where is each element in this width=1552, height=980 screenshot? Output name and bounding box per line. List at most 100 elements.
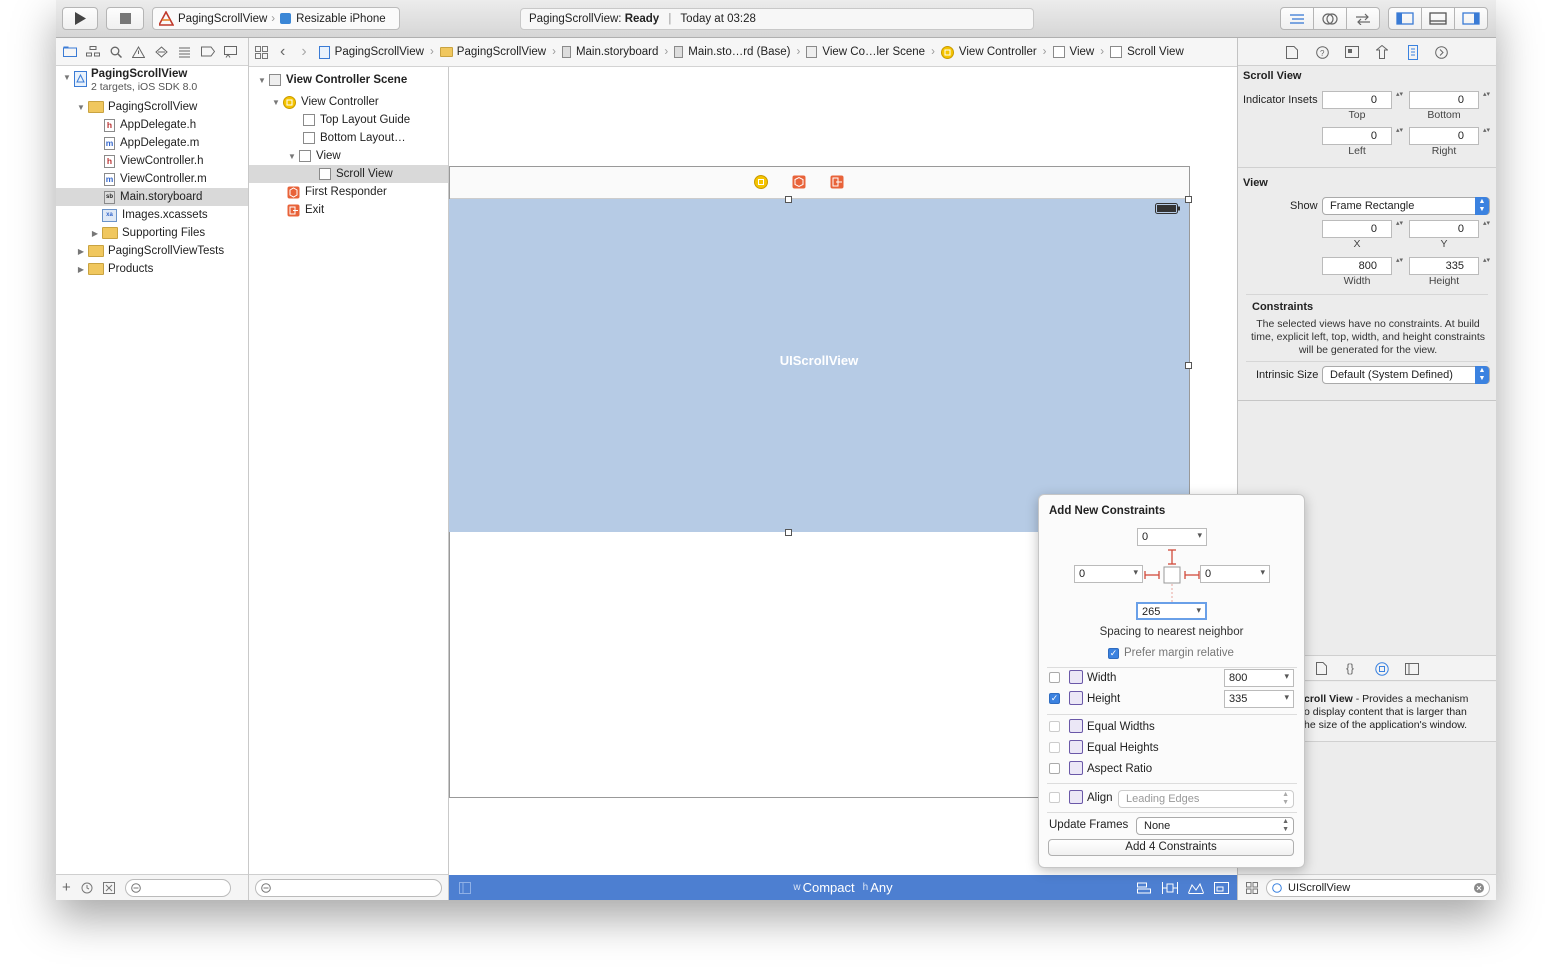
file-row[interactable]: h ViewController.h: [104, 152, 204, 170]
align-icon[interactable]: [1137, 882, 1151, 894]
height-checkbox[interactable]: ✓: [1049, 693, 1060, 704]
outline-view[interactable]: ▼ View: [287, 147, 341, 165]
code-snippet-icon[interactable]: {}: [1346, 661, 1354, 675]
attributes-inspector-icon[interactable]: [1376, 45, 1388, 59]
height-value-combo[interactable]: 335: [1224, 690, 1294, 708]
toggle-navigator-button[interactable]: [1388, 7, 1422, 30]
resolve-issues-icon[interactable]: [1188, 882, 1204, 894]
equal-widths-checkbox[interactable]: [1049, 721, 1060, 732]
disclosure-down-icon[interactable]: ▼: [62, 72, 72, 82]
project-root[interactable]: ▼ PagingScrollView 2 targets, iOS SDK 8.…: [62, 68, 197, 98]
grid-view-icon[interactable]: [1246, 881, 1258, 894]
disclosure-right-icon[interactable]: ▶: [76, 246, 86, 256]
outline-top-layout-guide[interactable]: Top Layout Guide: [303, 111, 410, 129]
disclosure-down-icon[interactable]: ▼: [271, 97, 281, 107]
run-button[interactable]: [62, 7, 98, 30]
frame-width-field[interactable]: 800: [1322, 257, 1403, 275]
inset-bottom-field[interactable]: 0: [1409, 91, 1490, 109]
help-icon[interactable]: ?: [1316, 46, 1329, 59]
file-row[interactable]: h AppDelegate.h: [104, 116, 196, 134]
resize-handle-right[interactable]: [1185, 362, 1192, 369]
resizing-behavior-icon[interactable]: [1214, 882, 1229, 894]
add-icon[interactable]: +: [62, 879, 71, 896]
clear-icon[interactable]: [1474, 882, 1484, 893]
inset-left-field[interactable]: 0: [1322, 127, 1403, 145]
file-row[interactable]: xa Images.xcassets: [102, 206, 208, 224]
breadcrumb-view-controller[interactable]: View Controller: [959, 46, 1037, 58]
version-editor-button[interactable]: [1346, 7, 1380, 30]
forward-arrow-icon[interactable]: ›: [301, 43, 306, 61]
show-popup[interactable]: Frame Rectangle ▲ ▼: [1322, 197, 1490, 215]
inset-top-field[interactable]: 0: [1322, 91, 1403, 109]
debug-icon[interactable]: [177, 45, 192, 58]
align-popup[interactable]: Leading Edges ▲ ▼: [1118, 790, 1294, 808]
scroll-view[interactable]: UIScrollView: [449, 199, 1189, 532]
file-row[interactable]: m ViewController.m: [104, 170, 207, 188]
pin-icon[interactable]: [1162, 882, 1178, 894]
intrinsic-size-popup[interactable]: Default (System Defined) ▲ ▼: [1322, 366, 1490, 384]
view-controller-icon[interactable]: [754, 175, 768, 189]
width-checkbox[interactable]: [1049, 672, 1060, 683]
toggle-utilities-button[interactable]: [1454, 7, 1488, 30]
warning-icon[interactable]: [131, 45, 146, 58]
identity-inspector-icon[interactable]: [1345, 46, 1359, 58]
outline-exit[interactable]: Exit: [287, 201, 324, 219]
resize-handle-top[interactable]: [785, 196, 792, 203]
frame-height-field[interactable]: 335: [1409, 257, 1490, 275]
prefer-margin-checkbox[interactable]: ✓: [1108, 648, 1119, 659]
outline-view-controller[interactable]: ▼ View Controller: [271, 93, 379, 111]
disclosure-down-icon[interactable]: ▼: [257, 75, 267, 85]
size-class-bar[interactable]: w Compact h Any: [449, 875, 1237, 900]
breadcrumb-scroll-view[interactable]: Scroll View: [1127, 46, 1184, 58]
width-value-combo[interactable]: 800: [1224, 669, 1294, 687]
object-library-icon[interactable]: [1375, 662, 1389, 676]
breadcrumb-project[interactable]: PagingScrollView: [335, 46, 424, 58]
equal-heights-checkbox[interactable]: [1049, 742, 1060, 753]
first-responder-icon[interactable]: [792, 175, 806, 189]
inset-right-field[interactable]: 0: [1409, 127, 1490, 145]
test-diamond-icon[interactable]: [154, 45, 169, 58]
add-constraints-button[interactable]: Add 4 Constraints: [1048, 839, 1294, 856]
scm-filter-icon[interactable]: [102, 881, 115, 894]
file-row[interactable]: m AppDelegate.m: [104, 134, 199, 152]
resize-handle-bottom[interactable]: [785, 529, 792, 536]
disclosure-down-icon[interactable]: ▼: [287, 151, 297, 161]
hierarchy-icon[interactable]: [85, 45, 100, 58]
update-frames-popup[interactable]: None ▲ ▼: [1136, 817, 1294, 835]
outline-bottom-layout-guide[interactable]: Bottom Layout…: [303, 129, 406, 147]
size-inspector-icon[interactable]: [1408, 45, 1418, 60]
standard-editor-button[interactable]: [1280, 7, 1314, 30]
clock-icon[interactable]: [81, 882, 93, 894]
breadcrumb-base[interactable]: Main.sto…rd (Base): [688, 46, 790, 58]
breadcrumb-view[interactable]: View: [1070, 46, 1095, 58]
group-products[interactable]: ▶ Products: [76, 260, 153, 278]
leading-spacing-combo[interactable]: 0: [1074, 565, 1143, 583]
navigator-filter-input[interactable]: [124, 878, 231, 897]
breadcrumb-storyboard[interactable]: Main.storyboard: [576, 46, 658, 58]
breadcrumb-group[interactable]: PagingScrollView: [457, 46, 546, 58]
group-pagingscrollview[interactable]: ▼ PagingScrollView: [76, 98, 197, 116]
folder-icon[interactable]: [62, 45, 77, 58]
related-items-icon[interactable]: [255, 45, 268, 59]
library-filter-input[interactable]: UIScrollView: [1266, 878, 1490, 897]
exit-icon[interactable]: [830, 175, 844, 189]
aspect-ratio-checkbox[interactable]: [1049, 763, 1060, 774]
align-checkbox[interactable]: [1049, 792, 1060, 803]
group-supporting-files[interactable]: ▶ Supporting Files: [90, 224, 205, 242]
disclosure-right-icon[interactable]: ▶: [90, 228, 100, 238]
frame-y-field[interactable]: 0: [1409, 220, 1490, 238]
outline-scene[interactable]: ▼ View Controller Scene: [257, 71, 407, 89]
back-arrow-icon[interactable]: ‹: [280, 43, 285, 61]
search-icon[interactable]: [108, 45, 123, 58]
scheme-selector[interactable]: PagingScrollView › Resizable iPhone: [152, 7, 400, 30]
breakpoint-icon[interactable]: [200, 45, 215, 58]
stop-button[interactable]: [106, 7, 144, 30]
file-template-icon[interactable]: [1316, 662, 1327, 675]
outline-scroll-view-selected[interactable]: Scroll View: [249, 165, 448, 183]
connections-inspector-icon[interactable]: [1435, 46, 1448, 59]
document-outline-toggle-icon[interactable]: [459, 882, 471, 894]
outline-filter-input[interactable]: [255, 878, 442, 897]
disclosure-down-icon[interactable]: ▼: [76, 102, 86, 112]
top-spacing-combo[interactable]: 0: [1137, 528, 1207, 546]
assistant-editor-button[interactable]: [1313, 7, 1347, 30]
